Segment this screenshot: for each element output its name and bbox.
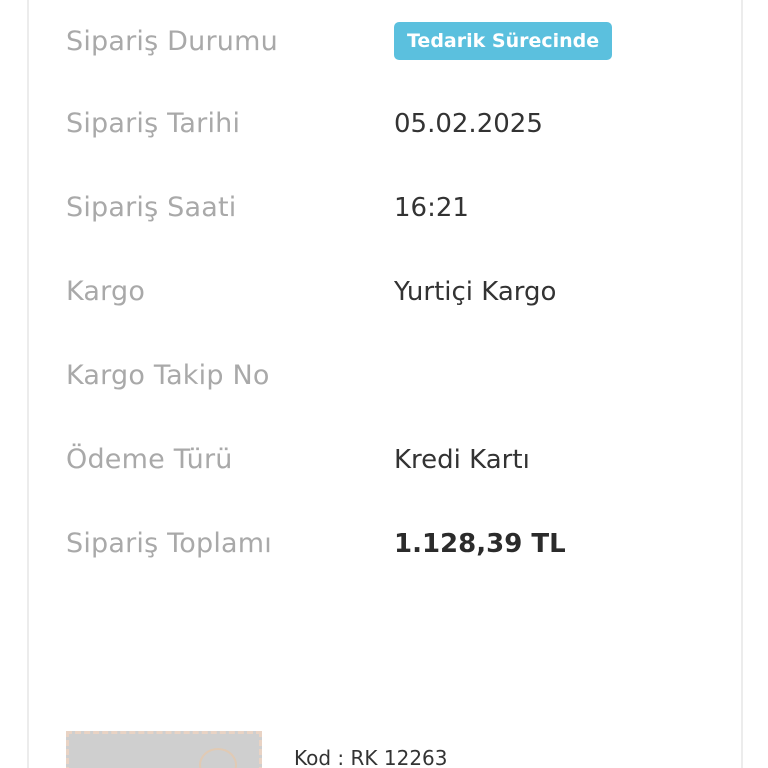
shipping-company-value: Yurtiçi Kargo (394, 277, 557, 307)
order-details-card: Sipariş Durumu Tedarik Sürecinde Sipariş… (27, 0, 743, 768)
product-thumbnail[interactable] (66, 731, 262, 768)
order-time-label: Sipariş Saati (66, 192, 237, 223)
payment-type-value: Kredi Kartı (394, 445, 530, 475)
order-status-label: Sipariş Durumu (66, 26, 278, 57)
product-code: Kod : RK 12263 (294, 746, 448, 768)
product-image-icon (199, 748, 237, 768)
payment-type-label: Ödeme Türü (66, 444, 233, 475)
order-status-badge: Tedarik Sürecinde (394, 22, 613, 60)
tracking-number-label: Kargo Takip No (66, 360, 270, 391)
order-total-label: Sipariş Toplamı (66, 528, 272, 559)
order-date-value: 05.02.2025 (394, 109, 543, 139)
tracking-number-row: Kargo Takip No (29, 356, 741, 396)
shipping-company-row: Kargo Yurtiçi Kargo (29, 272, 741, 312)
shipping-company-label: Kargo (66, 276, 146, 307)
order-date-row: Sipariş Tarihi 05.02.2025 (29, 104, 741, 144)
payment-type-row: Ödeme Türü Kredi Kartı (29, 440, 741, 480)
order-time-value: 16:21 (394, 193, 469, 223)
order-total-row: Sipariş Toplamı 1.128,39 TL (29, 524, 741, 564)
order-total-value: 1.128,39 TL (394, 529, 566, 559)
order-status-row: Sipariş Durumu Tedarik Sürecinde (29, 22, 741, 62)
order-time-row: Sipariş Saati 16:21 (29, 188, 741, 228)
order-date-label: Sipariş Tarihi (66, 108, 241, 139)
